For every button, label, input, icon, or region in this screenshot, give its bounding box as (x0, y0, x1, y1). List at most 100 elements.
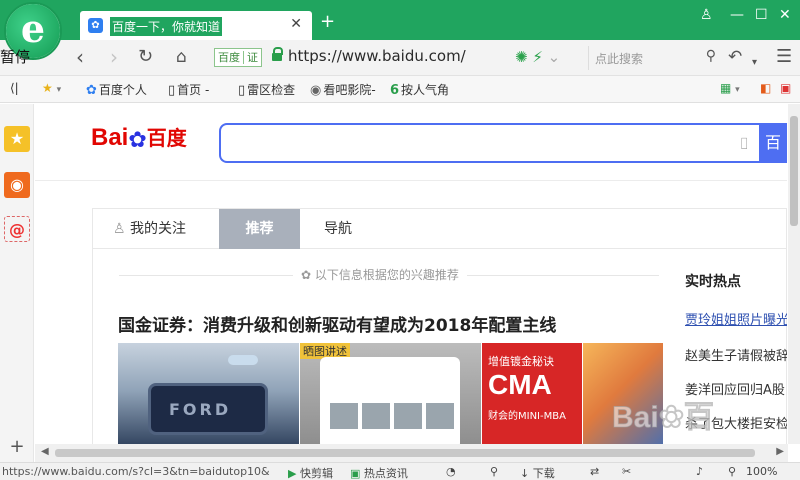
ad-big-text: CMA (488, 369, 552, 400)
tab-label: 我的关注 (130, 221, 187, 237)
hot-item[interactable]: 贾玲姐姐照片曝光 (685, 309, 787, 328)
speed-icon[interactable]: ✺ ⚡ ⌄ (515, 48, 560, 66)
sound-icon[interactable]: ♪ (696, 465, 703, 478)
shirt-icon[interactable]: ♙ (700, 7, 713, 23)
game-icon[interactable]: ◧ (760, 81, 771, 95)
scroll-left-icon[interactable]: ◀ (41, 446, 49, 457)
horizontal-scrollbar[interactable]: ◀ ▶ (35, 444, 788, 462)
favorites-star-icon[interactable]: ★ (4, 126, 30, 152)
home-icon[interactable]: ⌂ (176, 46, 187, 68)
hot-news-label: 热点资讯 (363, 467, 408, 480)
baidu-logo-cn: 百度 (146, 126, 187, 150)
photo-thumb (362, 403, 390, 429)
address-bar[interactable]: 百度证 https://www.baidu.com/ ✺ ⚡ ⌄ (210, 44, 582, 72)
watermark-du: 百 (683, 401, 714, 435)
news-image-cma[interactable]: 增值镀金秘诀 CMA 财会的MINI-MBA (482, 343, 582, 444)
truck-grille: FORD (148, 383, 268, 435)
collapse-sidebar-icon[interactable]: ⟨| (10, 81, 19, 95)
page-icon: ▯ (168, 83, 176, 98)
zoom-level[interactable]: 100% (746, 465, 777, 478)
post-card (320, 357, 460, 444)
bookmark-popular[interactable]: 6 按人气角 (390, 81, 449, 98)
lock-icon (272, 47, 283, 63)
hot-news-button[interactable]: ▣ 热点资讯 (350, 465, 408, 480)
paw-icon: ✿ (128, 128, 147, 153)
star-icon[interactable]: ★ ▾ (42, 81, 61, 95)
search-icon[interactable]: ⚲ (706, 48, 716, 64)
close-icon[interactable]: ✕ (290, 16, 302, 32)
news-headline[interactable]: 国金证券：消费升级和创新驱动有望成为2018年配置主线 (118, 311, 556, 336)
status-bar: https://www.baidu.com/s?cl=3&tn=baidutop… (0, 462, 800, 480)
translate-icon[interactable]: ⇄ (590, 465, 599, 478)
menu-icon[interactable]: ☰ (776, 46, 792, 68)
apps-grid-icon[interactable]: ▦ ▾ (720, 81, 740, 95)
tab-navigation[interactable]: 导航 (304, 209, 372, 249)
baidu-logo-bai: Bai (91, 124, 129, 151)
maximize-icon[interactable]: ☐ (755, 7, 768, 23)
bookmark-label: 按人气角 (401, 83, 450, 97)
baidu-search-button[interactable]: 百 (759, 123, 787, 163)
news-image-post[interactable]: 晒图讲述 (300, 343, 481, 444)
scroll-thumb[interactable] (790, 116, 798, 226)
mail-icon[interactable]: @ (4, 216, 30, 242)
vertical-scrollbar[interactable] (788, 104, 800, 444)
zoom-icon[interactable]: ⚲ (728, 465, 736, 478)
tab-title: 百度一下，你就知道 (110, 17, 223, 36)
baidu-logo[interactable]: Bai✿百度 (91, 122, 187, 162)
minimize-icon[interactable]: — (730, 7, 744, 23)
close-window-icon[interactable]: ✕ (779, 7, 791, 23)
bookmark-label: 雷区检查 (247, 83, 296, 97)
search-box[interactable]: 点此搜索 ⚲ (588, 46, 718, 70)
bookmark-label: 看吧影院- (323, 83, 376, 97)
tab-baidu[interactable]: ✿ 百度一下，你就知道 ✕ (80, 11, 312, 40)
watermark-text: Bai (612, 401, 660, 435)
pin-icon[interactable]: ⚲ (490, 465, 498, 478)
status-url: https://www.baidu.com/s?cl=3&tn=baidutop… (2, 465, 270, 478)
back-icon[interactable]: ‹ (76, 46, 84, 68)
screenshot-icon[interactable]: ✂ (622, 465, 631, 478)
tab-recommend[interactable]: 推荐 (219, 209, 300, 249)
compat-sub: 证 (243, 51, 258, 64)
download-label: 下载 (532, 467, 555, 480)
hot-item[interactable]: 赵美生子请假被辞 (685, 345, 787, 364)
bookmark-kanba[interactable]: ◉ 看吧影院- (310, 81, 376, 98)
search-input[interactable]: 点此搜索 (595, 50, 643, 67)
tab-my-follow[interactable]: ♙ 我的关注 (93, 209, 206, 249)
gift-icon[interactable]: ▣ (780, 81, 791, 95)
refresh-icon[interactable]: ↻ (138, 46, 153, 68)
bookmark-label: 百度个人 (98, 83, 147, 97)
download-button[interactable]: ↓ 下载 (520, 465, 555, 480)
photo-thumb (426, 403, 454, 429)
navigation-toolbar: ‹ › ↻ ⌂ 百度证 https://www.baidu.com/ ✺ ⚡ ⌄… (0, 40, 800, 76)
hot-topics-title: 实时热点 (685, 274, 741, 290)
scroll-right-icon[interactable]: ▶ (776, 446, 784, 457)
grille-text: FORD (169, 400, 232, 419)
scroll-thumb[interactable] (55, 449, 755, 457)
bookmark-baidu-personal[interactable]: ✿ 百度个人 (86, 81, 147, 98)
bookmark-mine-check[interactable]: ▯ 雷区检查 (238, 81, 295, 98)
speed-icon[interactable]: ◔ (446, 465, 456, 478)
compat-label: 百度 (218, 51, 240, 64)
news-icon: ▣ (350, 467, 361, 480)
divider (35, 180, 787, 181)
add-sidebar-icon[interactable]: + (4, 434, 30, 460)
news-image-truck[interactable]: FORD (118, 343, 299, 444)
compat-badge[interactable]: 百度证 (214, 48, 262, 67)
undo-icon[interactable]: ↶ (728, 46, 742, 68)
camera-icon[interactable]: ⌷ (739, 134, 749, 154)
paw-icon: ✿ (88, 18, 103, 33)
forward-icon[interactable]: › (110, 46, 118, 68)
paused-label: 暂停 (0, 48, 31, 64)
film-icon: ◉ (310, 83, 322, 98)
paw-icon: ✿ (301, 268, 312, 282)
title-bar: ✿ 百度一下，你就知道 ✕ + ♙ — ☐ ✕ (0, 0, 800, 40)
headlight (228, 355, 258, 365)
weibo-icon[interactable]: ◉ (4, 172, 30, 198)
quick-clip-button[interactable]: ▶ 快剪辑 (288, 465, 333, 480)
baidu-search-input[interactable]: ⌷ (219, 123, 761, 163)
paw-icon: ✿ (86, 83, 97, 98)
new-tab-button[interactable]: + (320, 11, 335, 32)
url-input[interactable]: https://www.baidu.com/ (288, 47, 466, 65)
chevron-down-icon[interactable]: ▾ (752, 52, 757, 74)
bookmark-home[interactable]: ▯ 首页 - (168, 81, 209, 98)
